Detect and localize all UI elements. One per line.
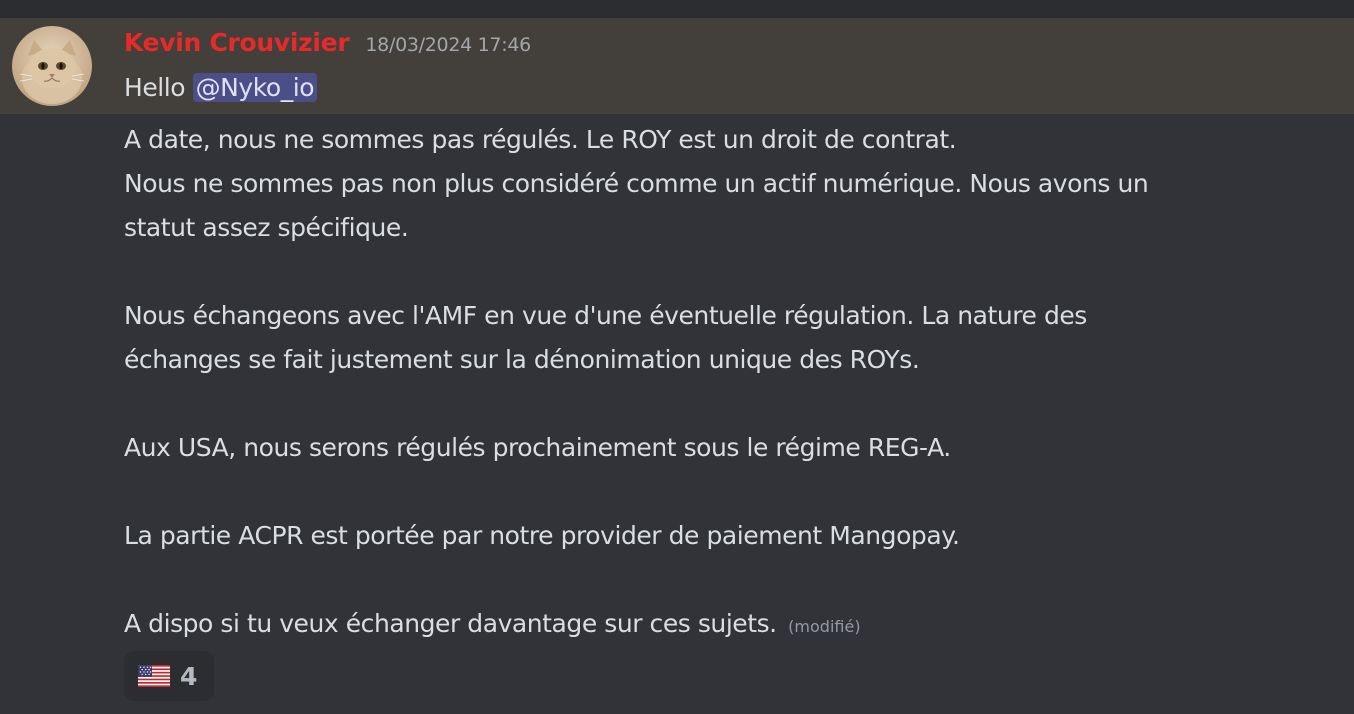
flag-us-icon	[138, 665, 170, 687]
edited-label: (modifié)	[788, 617, 861, 636]
author-name[interactable]: Kevin Crouvizier	[124, 28, 350, 57]
reaction-count: 4	[180, 661, 198, 691]
user-mention[interactable]: @Nyko_io	[192, 73, 318, 102]
message-text: A dispo si tu veux échanger davantage su…	[124, 609, 777, 638]
message-line: statut assez spécifique.	[124, 213, 409, 242]
message-line: Nous échangeons avec l'AMF en vue d'une …	[124, 301, 1087, 330]
message-line: Nous ne sommes pas non plus considéré co…	[124, 169, 1149, 198]
avatar[interactable]	[12, 26, 92, 106]
cat-avatar-icon	[12, 26, 92, 106]
message-header: Kevin Crouvizier 18/03/2024 17:46	[124, 28, 531, 64]
message-line: A dispo si tu veux échanger davantage su…	[124, 602, 861, 646]
message-line: Hello @Nyko_io	[124, 66, 318, 110]
reaction-button[interactable]: 4	[124, 651, 214, 701]
message-timestamp: 18/03/2024 17:46	[365, 34, 531, 56]
message-line: La partie ACPR est portée par notre prov…	[124, 521, 960, 550]
greeting-text: Hello	[124, 73, 186, 102]
message-line: Aux USA, nous serons régulés prochaineme…	[124, 433, 951, 462]
chat-view: Kevin Crouvizier 18/03/2024 17:46 Hello …	[0, 0, 1354, 714]
previous-message-strip	[0, 0, 1354, 18]
message-line: A date, nous ne sommes pas régulés. Le R…	[124, 125, 957, 154]
message-line: échanges se fait justement sur la dénoni…	[124, 345, 920, 374]
